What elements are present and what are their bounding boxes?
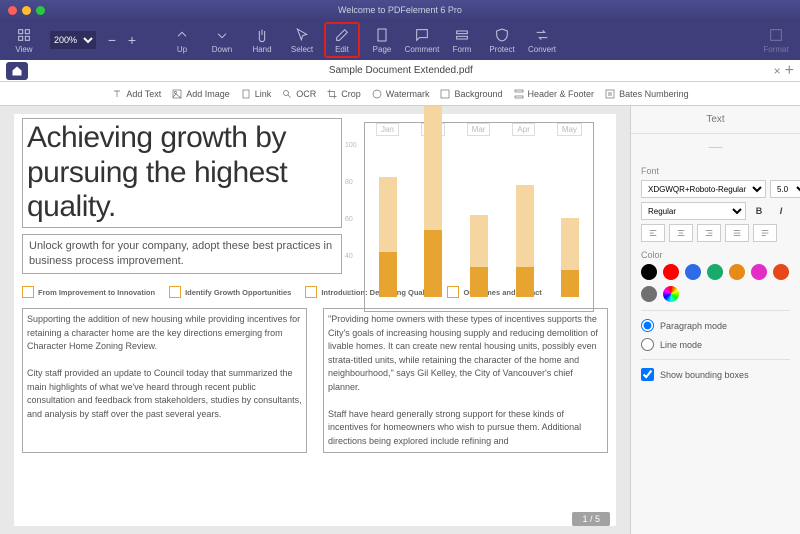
- minimize-window-button[interactable]: [22, 6, 31, 15]
- close-tab-button[interactable]: ×: [774, 64, 781, 78]
- document-tabbar: Sample Document Extended.pdf × +: [0, 60, 800, 82]
- close-window-button[interactable]: [8, 6, 17, 15]
- chart-bar: [379, 177, 397, 297]
- chart-month-label: Jan: [376, 123, 399, 136]
- crop-button[interactable]: Crop: [326, 88, 361, 100]
- chart-month-label: Mar: [467, 123, 491, 136]
- color-swatch[interactable]: [729, 264, 745, 280]
- color-label: Color: [641, 250, 790, 260]
- edit-tool[interactable]: Edit: [324, 22, 360, 58]
- page-down-tool[interactable]: Down: [204, 22, 240, 58]
- color-swatch[interactable]: [641, 264, 657, 280]
- main-toolbar: View 200% − + Up Down Hand Select Edit P…: [0, 20, 800, 60]
- chart-bar: [561, 218, 579, 298]
- color-swatch[interactable]: [773, 264, 789, 280]
- chart-bar: [424, 106, 442, 297]
- show-bounding-boxes-checkbox[interactable]: Show bounding boxes: [641, 368, 790, 381]
- chart-month-label: Apr: [512, 123, 534, 136]
- section-tag[interactable]: Identify Growth Opportunities: [169, 286, 291, 298]
- section-tag[interactable]: From Improvement to Innovation: [22, 286, 155, 298]
- page-heading[interactable]: Achieving growth by pursuing the highest…: [22, 118, 342, 228]
- chart-bar: [470, 215, 488, 298]
- chart-bar: [516, 185, 534, 298]
- format-tool[interactable]: Format: [758, 22, 794, 58]
- chart-month-label: May: [557, 123, 582, 136]
- page-tool[interactable]: Page: [364, 22, 400, 58]
- link-button[interactable]: Link: [240, 88, 272, 100]
- color-swatch[interactable]: [685, 264, 701, 280]
- collapse-icon[interactable]: —: [631, 134, 800, 158]
- bates-numbering-button[interactable]: Bates Numbering: [604, 88, 689, 100]
- properties-sidebar: Text — Font XDGWQR+Roboto-Regular 5.0 Re…: [630, 106, 800, 534]
- edit-subtoolbar: Add Text Add Image Link OCR Crop Waterma…: [0, 82, 800, 106]
- color-swatch[interactable]: [663, 264, 679, 280]
- add-text-button[interactable]: Add Text: [111, 88, 161, 100]
- add-image-button[interactable]: Add Image: [171, 88, 230, 100]
- window-title: Welcome to PDFelement 6 Pro: [338, 5, 462, 15]
- protect-tool[interactable]: Protect: [484, 22, 520, 58]
- add-tab-button[interactable]: +: [785, 62, 794, 80]
- background-button[interactable]: Background: [439, 88, 502, 100]
- home-tab[interactable]: [6, 62, 28, 80]
- align-right-button[interactable]: [697, 224, 721, 242]
- zoom-in-button[interactable]: +: [124, 32, 140, 48]
- hand-tool[interactable]: Hand: [244, 22, 280, 58]
- paragraph-mode-radio[interactable]: Paragraph mode: [641, 319, 790, 332]
- font-family-select[interactable]: XDGWQR+Roboto-Regular: [641, 180, 766, 198]
- tag-icon: [22, 286, 34, 298]
- color-swatches: [641, 264, 790, 302]
- header-footer-button[interactable]: Header & Footer: [513, 88, 595, 100]
- align-left-button[interactable]: [641, 224, 665, 242]
- bold-button[interactable]: B: [750, 202, 768, 220]
- page-up-tool[interactable]: Up: [164, 22, 200, 58]
- line-mode-radio[interactable]: Line mode: [641, 338, 790, 351]
- zoom-out-button[interactable]: −: [104, 32, 120, 48]
- text-column-right[interactable]: "Providing home owners with these types …: [323, 308, 608, 453]
- view-tool[interactable]: View: [6, 22, 42, 58]
- form-tool[interactable]: Form: [444, 22, 480, 58]
- pdf-page: Achieving growth by pursuing the highest…: [14, 114, 616, 526]
- color-swatch[interactable]: [641, 286, 657, 302]
- maximize-window-button[interactable]: [36, 6, 45, 15]
- color-swatch[interactable]: [707, 264, 723, 280]
- font-weight-select[interactable]: Regular: [641, 202, 746, 220]
- align-other-button[interactable]: [753, 224, 777, 242]
- ocr-button[interactable]: OCR: [281, 88, 316, 100]
- window-titlebar: Welcome to PDFelement 6 Pro: [0, 0, 800, 20]
- italic-button[interactable]: I: [772, 202, 790, 220]
- tag-icon: [305, 286, 317, 298]
- convert-tool[interactable]: Convert: [524, 22, 560, 58]
- select-tool[interactable]: Select: [284, 22, 320, 58]
- traffic-lights: [8, 6, 45, 15]
- align-center-button[interactable]: [669, 224, 693, 242]
- page-indicator: 1 / 5: [572, 512, 610, 526]
- font-label: Font: [641, 166, 790, 176]
- page-chart[interactable]: JanFebMarAprMay 10080604020: [364, 122, 594, 312]
- color-swatch[interactable]: [751, 264, 767, 280]
- document-canvas[interactable]: Achieving growth by pursuing the highest…: [0, 106, 630, 534]
- color-swatch[interactable]: [663, 286, 679, 302]
- font-size-select[interactable]: 5.0: [770, 180, 800, 198]
- comment-tool[interactable]: Comment: [404, 22, 440, 58]
- align-justify-button[interactable]: [725, 224, 749, 242]
- watermark-button[interactable]: Watermark: [371, 88, 430, 100]
- page-subheading[interactable]: Unlock growth for your company, adopt th…: [22, 234, 342, 275]
- document-tab[interactable]: Sample Document Extended.pdf: [28, 65, 774, 76]
- tag-icon: [169, 286, 181, 298]
- sidebar-title: Text: [631, 106, 800, 134]
- zoom-select[interactable]: 200%: [50, 31, 96, 49]
- text-column-left[interactable]: Supporting the addition of new housing w…: [22, 308, 307, 453]
